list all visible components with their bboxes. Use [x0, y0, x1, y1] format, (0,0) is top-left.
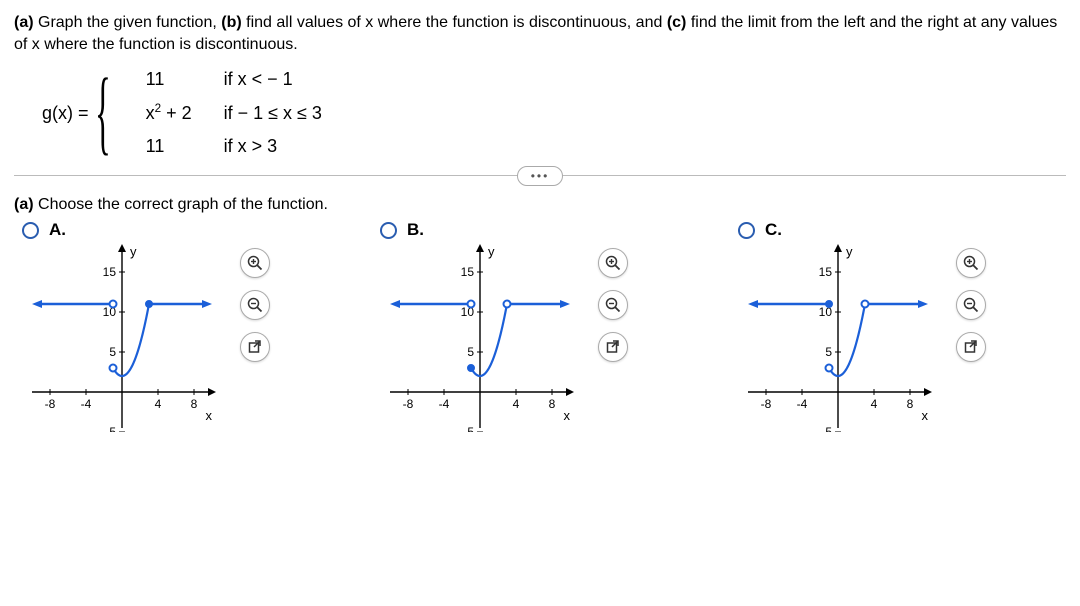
svg-text:-5: -5: [105, 425, 116, 432]
part-a-instruction-text: Choose the correct graph of the function…: [34, 196, 328, 213]
svg-text:15: 15: [103, 265, 117, 279]
piece-cond: if x > 3: [224, 136, 278, 157]
zoom-in-icon[interactable]: [956, 248, 986, 278]
part-b-text: find all values of x where the function …: [242, 14, 667, 31]
part-a-label: (a): [14, 196, 34, 213]
part-a-instruction: (a) Choose the correct graph of the func…: [14, 196, 1066, 214]
graph-c: yx-8-44815105-5: [738, 242, 938, 432]
zoom-out-icon[interactable]: [956, 290, 986, 320]
svg-text:-4: -4: [797, 397, 808, 411]
svg-text:5: 5: [825, 345, 832, 359]
svg-text:-8: -8: [45, 397, 56, 411]
svg-text:4: 4: [155, 397, 162, 411]
choice-b-label: B.: [407, 220, 424, 240]
svg-text:4: 4: [513, 397, 520, 411]
more-button[interactable]: •••: [517, 166, 563, 186]
piecewise-cases: 11 if x < − 1 x2 + 2 if − 1 ≤ x ≤ 3 11 i…: [146, 69, 322, 157]
piece-row: x2 + 2 if − 1 ≤ x ≤ 3: [146, 102, 322, 124]
zoom-in-icon[interactable]: [240, 248, 270, 278]
svg-text:8: 8: [549, 397, 556, 411]
choice-a: A. yx-8-44815105-5: [22, 220, 270, 432]
svg-text:y: y: [130, 244, 137, 259]
graph-c-tools: [956, 248, 986, 362]
svg-text:-4: -4: [439, 397, 450, 411]
piece-cond: if − 1 ≤ x ≤ 3: [224, 103, 322, 124]
svg-text:y: y: [846, 244, 853, 259]
part-c-tag: (c): [667, 14, 687, 31]
zoom-in-icon[interactable]: [598, 248, 628, 278]
svg-text:x: x: [922, 408, 929, 423]
function-name: g(x) =: [42, 103, 89, 124]
svg-text:15: 15: [819, 265, 833, 279]
piece-row: 11 if x < − 1: [146, 69, 322, 90]
piece-cond: if x < − 1: [224, 69, 293, 90]
graph-b-tools: [598, 248, 628, 362]
choice-a-label: A.: [49, 220, 66, 240]
piece-expr: 11: [146, 69, 218, 90]
svg-text:-5: -5: [463, 425, 474, 432]
choice-b: B. yx-8-44815105-5: [380, 220, 628, 432]
choice-c-label: C.: [765, 220, 782, 240]
svg-text:5: 5: [109, 345, 116, 359]
piece-expr: 11: [146, 136, 218, 157]
piece-expr: x2 + 2: [146, 102, 218, 124]
choice-c: C. yx-8-44815105-5: [738, 220, 986, 432]
graph-b: yx-8-44815105-5: [380, 242, 580, 432]
choices-row: A. yx-8-44815105-5 B. yx-8-44815105-5: [14, 220, 1066, 432]
svg-text:y: y: [488, 244, 495, 259]
part-a-text: Graph the given function,: [34, 14, 222, 31]
svg-text:4: 4: [871, 397, 878, 411]
svg-text:x: x: [206, 408, 213, 423]
svg-text:x: x: [564, 408, 571, 423]
radio-b[interactable]: [380, 222, 397, 239]
svg-text:-8: -8: [403, 397, 414, 411]
piece-row: 11 if x > 3: [146, 136, 322, 157]
popout-icon[interactable]: [598, 332, 628, 362]
svg-text:5: 5: [467, 345, 474, 359]
radio-c[interactable]: [738, 222, 755, 239]
part-b-tag: (b): [221, 14, 241, 31]
graph-a-tools: [240, 248, 270, 362]
graph-a: yx-8-44815105-5: [22, 242, 222, 432]
part-a-tag: (a): [14, 14, 34, 31]
svg-text:-4: -4: [81, 397, 92, 411]
popout-icon[interactable]: [240, 332, 270, 362]
svg-text:-8: -8: [761, 397, 772, 411]
question-prompt: (a) Graph the given function, (b) find a…: [14, 12, 1066, 55]
brace-icon: {: [95, 73, 111, 153]
zoom-out-icon[interactable]: [598, 290, 628, 320]
svg-text:-5: -5: [821, 425, 832, 432]
radio-a[interactable]: [22, 222, 39, 239]
svg-text:8: 8: [191, 397, 198, 411]
svg-text:8: 8: [907, 397, 914, 411]
popout-icon[interactable]: [956, 332, 986, 362]
function-definition: g(x) = { 11 if x < − 1 x2 + 2 if − 1 ≤ x…: [42, 69, 1066, 157]
svg-text:15: 15: [461, 265, 475, 279]
zoom-out-icon[interactable]: [240, 290, 270, 320]
